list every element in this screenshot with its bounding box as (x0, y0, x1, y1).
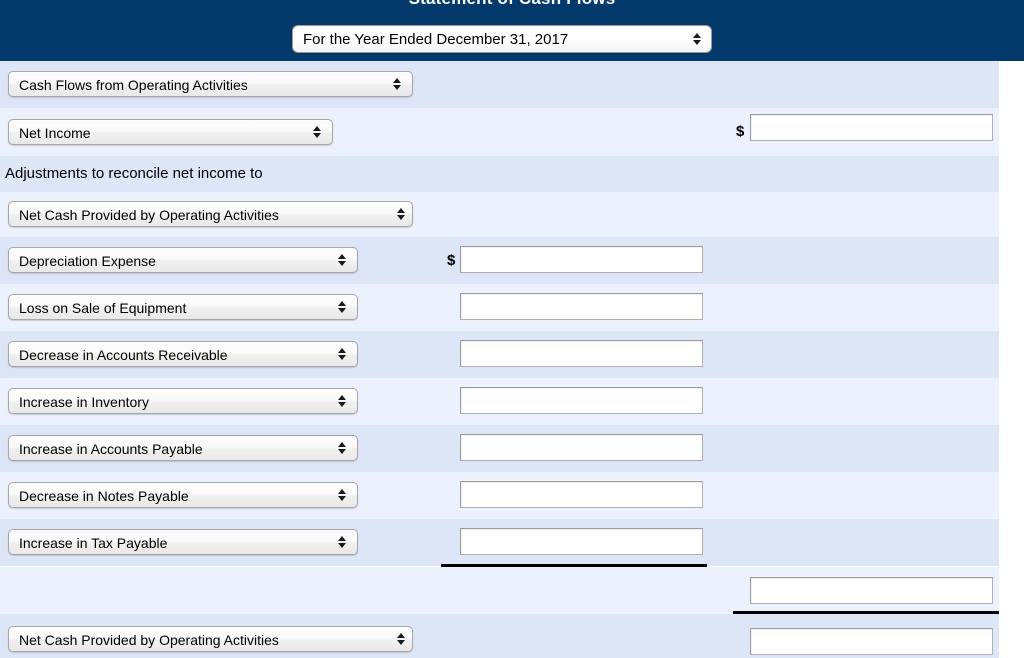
adjustment-select-label: Increase in Tax Payable (19, 535, 168, 551)
chevron-updown-icon (334, 248, 350, 272)
row-adjustment: Increase in Inventory (0, 378, 999, 425)
row-adjustment: Increase in Tax Payable (0, 519, 999, 566)
row-section-header: Cash Flows from Operating Activities (0, 61, 999, 108)
row-adjustment: Depreciation Expense $ (0, 237, 999, 284)
adjustment-select-label: Depreciation Expense (19, 253, 156, 269)
row-adjustments-note: Adjustments to reconcile net income to (0, 156, 999, 192)
page-header: Statement of Cash Flows For the Year End… (0, 0, 1024, 61)
adjustment-select[interactable]: Increase in Inventory (8, 388, 358, 414)
adjustment-select-label: Increase in Accounts Payable (19, 441, 203, 457)
adjustment-select-label: Decrease in Notes Payable (19, 488, 189, 504)
chevron-updown-icon (334, 295, 350, 319)
period-select[interactable]: For the Year Ended December 31, 2017 (292, 25, 712, 53)
period-select-label: For the Year Ended December 31, 2017 (303, 31, 569, 48)
chevron-updown-icon (334, 436, 350, 460)
chevron-updown-icon (393, 202, 409, 226)
net-cash-amount-input[interactable] (750, 628, 993, 655)
chevron-updown-icon (393, 627, 409, 651)
adjustment-select[interactable]: Increase in Accounts Payable (8, 435, 358, 461)
adjustment-currency-symbol: $ (447, 252, 456, 269)
chevron-updown-icon (389, 72, 405, 96)
period-select-wrapper: For the Year Ended December 31, 2017 (292, 25, 712, 58)
row-adjustment: Decrease in Notes Payable (0, 472, 999, 519)
adjustment-select-label: Loss on Sale of Equipment (19, 300, 187, 316)
chevron-updown-icon (334, 389, 350, 413)
row-adjustments-target: Net Cash Provided by Operating Activitie… (0, 192, 999, 237)
adjustment-amount-input[interactable] (460, 246, 703, 273)
row-net-cash-provided: Net Cash Provided by Operating Activitie… (0, 614, 999, 658)
net-cash-select-label: Net Cash Provided by Operating Activitie… (19, 632, 279, 648)
net-income-amount-input[interactable] (750, 114, 993, 141)
adjustments-target-select[interactable]: Net Cash Provided by Operating Activitie… (8, 201, 413, 227)
adjustments-target-select-label: Net Cash Provided by Operating Activitie… (19, 207, 279, 223)
chevron-updown-icon (334, 342, 350, 366)
net-income-select-label: Net Income (19, 125, 91, 141)
adjustment-select-label: Decrease in Accounts Receivable (19, 347, 228, 363)
chevron-updown-icon (309, 120, 325, 144)
chevron-updown-icon (334, 483, 350, 507)
adjustment-select[interactable]: Increase in Tax Payable (8, 529, 358, 555)
net-income-select[interactable]: Net Income (8, 119, 333, 145)
row-adjustment: Loss on Sale of Equipment (0, 284, 999, 331)
adjustments-subtotal-input[interactable] (750, 577, 993, 604)
row-adjustment: Decrease in Accounts Receivable (0, 331, 999, 378)
row-adjustment: Increase in Accounts Payable (0, 425, 999, 472)
net-income-currency-symbol: $ (736, 123, 745, 140)
row-adjustments-subtotal (0, 567, 999, 614)
adjustment-amount-input[interactable] (460, 293, 703, 320)
adjustment-select[interactable]: Loss on Sale of Equipment (8, 294, 358, 320)
adjustment-amount-input[interactable] (460, 481, 703, 508)
net-cash-select[interactable]: Net Cash Provided by Operating Activitie… (8, 626, 413, 652)
adjustment-amount-input[interactable] (460, 387, 703, 414)
statement-of-cash-flows-page: Statement of Cash Flows For the Year End… (0, 0, 1024, 658)
row-net-income: Net Income $ (0, 108, 999, 156)
adjustments-note-text: Adjustments to reconcile net income to (5, 165, 263, 182)
adjustment-select-label: Increase in Inventory (19, 394, 149, 410)
page-title: Statement of Cash Flows (0, 0, 1024, 10)
section-select-label: Cash Flows from Operating Activities (19, 77, 248, 93)
statement-body: Cash Flows from Operating Activities Net… (0, 61, 999, 658)
chevron-updown-icon (689, 26, 705, 52)
section-select[interactable]: Cash Flows from Operating Activities (8, 71, 413, 97)
adjustment-select[interactable]: Decrease in Accounts Receivable (8, 341, 358, 367)
adjustment-select[interactable]: Decrease in Notes Payable (8, 482, 358, 508)
adjustment-amount-input[interactable] (460, 528, 703, 555)
adjustment-amount-input[interactable] (460, 434, 703, 461)
adjustment-select[interactable]: Depreciation Expense (8, 247, 358, 273)
adjustment-amount-input[interactable] (460, 340, 703, 367)
chevron-updown-icon (334, 530, 350, 554)
